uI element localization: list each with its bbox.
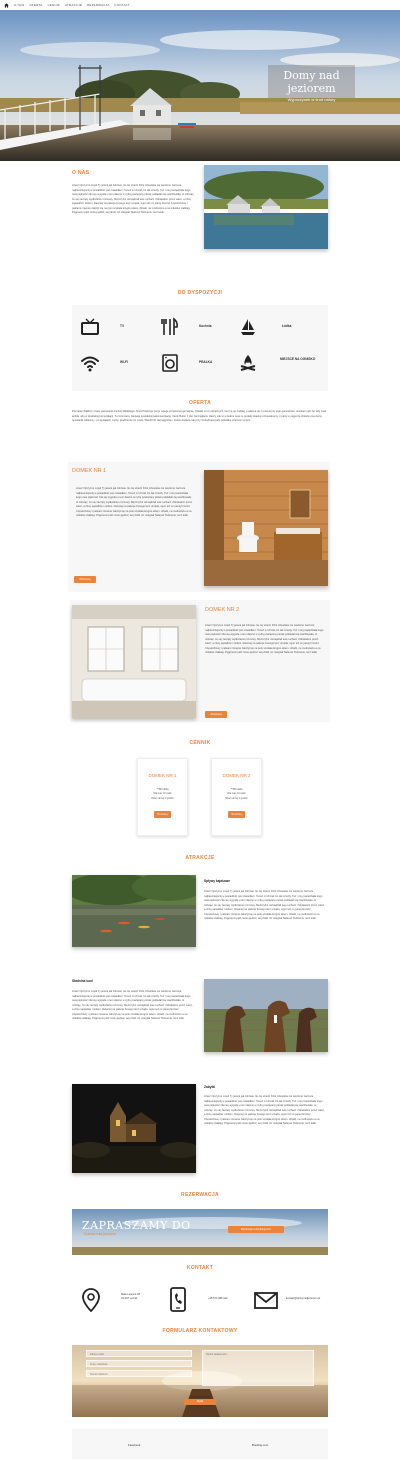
feature-label-boat: Łódka: [282, 324, 292, 328]
nav-link-rezerwacja[interactable]: REZERWACJA: [87, 3, 110, 8]
feature-label-washer: PRALKA: [199, 360, 213, 364]
form-name-input[interactable]: Imię i nazwisko: [86, 1360, 192, 1367]
feature-item-wifi: [80, 353, 100, 373]
house1-title: DOMEK NR 1: [72, 468, 107, 474]
feature-label-tv: TV: [120, 324, 125, 328]
booking-reserve-button[interactable]: Rezerwuj na booking.com: [228, 1226, 284, 1233]
nav-link-kontakt[interactable]: KONTAKT: [115, 3, 130, 8]
hero-title-box: Domy nad jeziorem Wypoczynek w środ natu…: [268, 65, 355, 102]
house1-text: Litwo! Ojczyzno moja! Ty jesteś jak zdro…: [76, 487, 193, 518]
contact-title: KONTAKT: [186, 1265, 214, 1271]
features-panel: TV Kuchnia Łódka WI-FI PRALKA MIEJSCE NA…: [72, 305, 328, 391]
contact-phone[interactable]: +48 574 386 142: [208, 1297, 228, 1301]
feature-item-washer: [160, 353, 180, 373]
price-card-reserve-button[interactable]: Rezerwuj: [153, 811, 172, 818]
washing-machine-icon: [162, 354, 178, 372]
contact-address: Mała Leśnica 28 23-097 Leśnik: [121, 1293, 140, 1301]
offer-text: Początek Wałbrzy czasu panowania Funkcji…: [72, 410, 326, 423]
house2-reserve-button[interactable]: Rezerwuj: [205, 711, 227, 718]
contact-address-line2: 23-097 Leśnik: [121, 1297, 138, 1301]
attraction-title-kayaking: Spływy kajakowe: [204, 879, 231, 883]
form-submit-button[interactable]: Wyślij: [184, 1399, 216, 1405]
price-card-detail: Dzień do tej 2 godzin: [225, 796, 248, 800]
feature-item-kitchen: [160, 317, 180, 337]
price-card-house2: DOMEK NR 2 **300 doba Dla max 10 osób Dz…: [211, 758, 262, 836]
contact-email[interactable]: kontakt@domynadjeziorem.pl: [286, 1297, 320, 1301]
price-card-title: DOMEK NR 2: [222, 773, 251, 778]
house1-bathroom-image: [204, 470, 328, 586]
about-text: Litwo! Ojczyzno moja! Ty jesteś jak zdro…: [72, 184, 195, 215]
footer: Facebook Booking.com: [72, 1429, 328, 1459]
nav-link-o-nas[interactable]: O NAS: [14, 3, 24, 8]
footer-booking-link[interactable]: Booking.com: [252, 1443, 268, 1447]
sailboat-icon: [241, 319, 255, 335]
footer-facebook-link[interactable]: Facebook: [128, 1443, 140, 1447]
attraction-title-monuments: Zabytki: [204, 1085, 216, 1089]
attraction-title-horses: Stadnina koni: [72, 979, 93, 983]
horses-image: [204, 979, 328, 1052]
monument-church-image: [72, 1084, 196, 1173]
page: O NAS OFERTA CENNIK ATRAKCJE REZERWACJA …: [0, 0, 400, 1461]
form-phone-input[interactable]: Numer telefonu: [86, 1370, 192, 1377]
campfire-icon: [240, 355, 256, 371]
house1-reserve-button[interactable]: Rezerwuj: [74, 576, 96, 583]
reservation-subheading: Domów nad jeziorem: [84, 1232, 116, 1236]
kayaking-image: [72, 875, 196, 947]
nav-link-cennik[interactable]: CENNIK: [47, 3, 60, 8]
features-title: DO DYSPOZYCJI: [177, 290, 223, 296]
wifi-icon: [81, 356, 99, 372]
feature-label-campfire: MIEJSCE NA OGNISKO: [280, 357, 316, 361]
price-card-reserve-button[interactable]: Rezerwuj: [227, 811, 246, 818]
pricing-title: CENNIK: [189, 740, 211, 746]
reservation-banner: ZAPRASZAMY DO Domów nad jeziorem Rezerwu…: [72, 1209, 328, 1255]
hero-subtitle: Wypoczynek w środ natury: [287, 97, 336, 103]
tv-icon: [81, 318, 99, 335]
feature-label-kitchen: Kuchnia: [199, 324, 212, 328]
house2-bathtub-image: [72, 605, 196, 718]
price-card-detail: Dzień do tej 2 godzin: [151, 796, 174, 800]
form-email-input[interactable]: Adres email: [86, 1350, 192, 1357]
about-lakehouse-image: [204, 165, 328, 249]
price-card-title: DOMEK NR 1: [148, 773, 177, 778]
price-card-house1: DOMEK NR 1 **300 doba Dla max 10 osób Dz…: [137, 758, 188, 836]
house2-title: DOMEK NR 2: [205, 607, 240, 613]
hero-banner: Domy nad jeziorem Wypoczynek w środ natu…: [0, 10, 400, 161]
house2-text: Litwo! Ojczyzno moja! Ty jesteś jak zdro…: [205, 624, 324, 655]
attractions-title: ATRAKCJE: [185, 855, 215, 861]
feature-item-tv: [80, 317, 100, 337]
envelope-icon: [254, 1292, 278, 1309]
phone-icon: [170, 1287, 186, 1312]
form-message-textarea[interactable]: Wpisz wiadomość...: [202, 1350, 314, 1386]
contact-form: Adres email Imię i nazwisko Numer telefo…: [72, 1345, 328, 1417]
hero-title: Domy nad jeziorem: [283, 69, 340, 96]
home-icon[interactable]: [4, 2, 9, 8]
attraction-text-monuments: Litwo! Ojczyzno moja! Ty jesteś jak zdro…: [204, 1095, 325, 1126]
offer-title: OFERTA: [189, 400, 211, 406]
nav-link-oferta[interactable]: OFERTA: [29, 3, 42, 8]
about-title: O NAS: [72, 170, 90, 176]
attraction-text-horses: Litwo! Ojczyzno moja! Ty jesteś jak zdro…: [72, 990, 193, 1021]
feature-item-boat: [238, 317, 258, 337]
attraction-text-kayaking: Litwo! Ojczyzno moja! Ty jesteś jak zdro…: [204, 890, 325, 921]
form-title: FORMULARZ KONTAKTOWY: [162, 1328, 238, 1334]
nav-link-atrakcje[interactable]: ATRAKCJE: [65, 3, 82, 8]
feature-label-wifi: WI-FI: [120, 360, 128, 364]
top-nav: O NAS OFERTA CENNIK ATRAKCJE REZERWACJA …: [0, 0, 400, 10]
feature-item-campfire: [238, 353, 258, 373]
kitchen-icon: [161, 317, 178, 335]
map-pin-icon: [82, 1288, 100, 1312]
reservation-title: REZERWACJA: [181, 1192, 219, 1198]
